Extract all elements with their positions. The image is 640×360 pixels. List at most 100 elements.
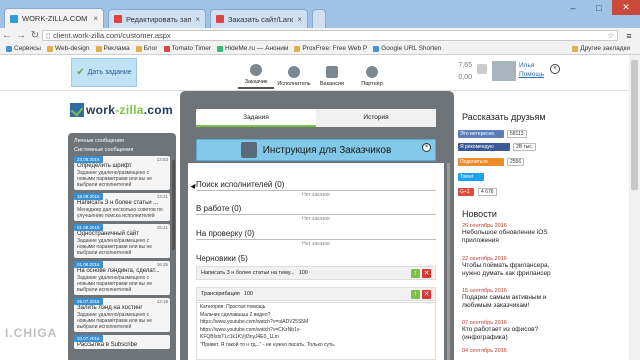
customer-icon	[250, 64, 262, 76]
message-item[interactable]: 20.07.2016 Рассылка в Subscribe	[74, 335, 170, 349]
balance: 7,65 0,00	[458, 62, 472, 81]
publish-icon[interactable]: ↑	[411, 289, 420, 299]
section-review[interactable]: На проверку (0)	[196, 229, 254, 238]
logout-icon[interactable]: ×	[550, 64, 560, 74]
bookmark-webdesign[interactable]: Web-design	[46, 45, 90, 52]
divider	[196, 239, 436, 240]
nav-customer[interactable]: Заказчик	[238, 57, 274, 89]
video-icon	[240, 142, 257, 158]
reload-icon[interactable]: ↻	[28, 30, 42, 41]
bookmark-apps[interactable]: Сервисы	[6, 45, 41, 52]
draft-price: 100	[243, 291, 253, 297]
tweet-button[interactable]: Tweet	[458, 173, 484, 181]
maximize-icon[interactable]: □	[586, 0, 612, 15]
news-item[interactable]: 04 сентябрь 2016	[462, 348, 568, 354]
checkmark-icon: ✔	[76, 67, 85, 78]
share-button[interactable]: Поделиться	[458, 158, 504, 166]
nav-partner[interactable]: Партнёр	[354, 57, 390, 89]
section-drafts[interactable]: Черновики (5)	[196, 254, 248, 263]
address-bar[interactable]: ▯ client.work-zilla.com/customer.aspx ☆	[42, 30, 618, 41]
draft-detail: Категория: Простая помощь Мальчик сделав…	[196, 302, 436, 360]
empty-label: Нет заказов	[302, 216, 330, 222]
folder-icon	[95, 45, 102, 52]
social-interesting-button[interactable]: Это интересно	[458, 130, 504, 138]
tomato-icon	[163, 45, 170, 52]
news-item[interactable]: 07 сентябрь 2016 Кто работает из офисов?…	[462, 320, 568, 341]
wallet-icon[interactable]	[477, 64, 487, 74]
close-icon[interactable]: ×	[297, 15, 302, 24]
new-tab-button[interactable]	[312, 9, 326, 28]
message-item[interactable]: 01.08.2016 16:25 На основе лэндинга, сде…	[74, 261, 170, 295]
message-item[interactable]: 23.08.2016 13:53 Определить шрифт Задани…	[74, 156, 170, 190]
minimize-icon[interactable]: –	[560, 0, 586, 15]
tab-tasks[interactable]: Задания	[196, 109, 316, 127]
message-item[interactable]: 01.08.2016 15:21 Одностраничный сайт Зад…	[74, 224, 170, 258]
bookmark-ads[interactable]: Реклама	[95, 45, 130, 52]
close-icon[interactable]: ×	[422, 143, 431, 152]
news-item[interactable]: 26 сентябрь 2016 Небольшое обновление iO…	[462, 223, 568, 244]
site-icon	[373, 45, 380, 52]
social-count: 58113	[507, 130, 527, 138]
bookmark-hideme[interactable]: HideMe.ru — Аноним	[217, 45, 288, 52]
social-count: 2556	[507, 158, 525, 166]
folder-icon	[46, 45, 53, 52]
order-button[interactable]: ✔ Дать задание	[71, 58, 137, 87]
draft-row[interactable]: Написать 3 н более статьи на тему... 100…	[196, 266, 436, 280]
main-scrollbar[interactable]	[447, 163, 450, 360]
tab-history[interactable]: История	[316, 109, 436, 127]
forward-icon[interactable]: →	[14, 30, 28, 41]
menu-icon[interactable]: ≡	[622, 28, 636, 43]
tab-title: WORK-ZILLA.COM	[22, 14, 88, 23]
bookmark-proxfree[interactable]: ProxFree: Free Web P	[294, 45, 367, 52]
message-item[interactable]: 29.07.2016 13:19 Залить лэнд на хостинг …	[74, 298, 170, 332]
nav-freelancer[interactable]: Исполнитель	[276, 57, 312, 89]
bookmark-google-shortener[interactable]: Google URL Shorten	[373, 45, 441, 52]
social-count: 4 676	[478, 188, 497, 196]
empty-label: Нет заказов	[302, 192, 330, 198]
news-item[interactable]: 22 сентябрь 2016 Чтобы поймать фрилансер…	[462, 256, 568, 277]
site-icon	[294, 45, 301, 52]
section-searching[interactable]: Поиск исполнителей (0)	[196, 180, 284, 189]
system-messages-tab[interactable]: Системные сообщения	[68, 147, 176, 156]
browser-tab-workzilla[interactable]: WORK-ZILLA.COM ×	[4, 8, 104, 28]
browser-tab-order[interactable]: Заказать сайт/Landing ×	[210, 9, 308, 28]
window-close-icon[interactable]: ✕	[612, 0, 640, 15]
page-icon: ▯	[46, 31, 51, 40]
section-in-progress[interactable]: В работе (0)	[196, 204, 241, 213]
instructions-banner[interactable]: Инструкция для Заказчиков ×	[196, 139, 436, 161]
divider	[196, 190, 436, 191]
page-favicon-icon	[216, 15, 224, 23]
browser-tab-edit[interactable]: Редактировать запись ×	[108, 9, 206, 28]
user-menu[interactable]: Илья Помощь	[519, 61, 544, 79]
site-icon	[217, 45, 224, 52]
tab-title: Редактировать запись	[126, 14, 192, 24]
draft-row[interactable]: Транскрибация 100 ↑ ✕	[196, 287, 436, 301]
bookmark-tomato[interactable]: Tomato Timer	[163, 45, 211, 52]
delete-icon[interactable]: ✕	[422, 268, 431, 278]
wordpress-favicon-icon	[114, 15, 122, 23]
avatar[interactable]	[492, 61, 516, 81]
news-title: Новости	[462, 209, 497, 219]
page-scrollbar-thumb[interactable]	[631, 60, 638, 190]
gplus-button[interactable]: G+1	[458, 188, 474, 196]
close-icon[interactable]: ×	[195, 15, 200, 24]
personal-messages-tab[interactable]: Личные сообщения	[68, 133, 176, 147]
delete-icon[interactable]: ✕	[422, 289, 431, 299]
messages-panel: Личные сообщения Системные сообщения 23.…	[68, 133, 176, 360]
back-icon[interactable]: ←	[0, 30, 14, 41]
publish-icon[interactable]: ↑	[411, 268, 420, 278]
apps-icon	[6, 45, 12, 52]
close-icon[interactable]: ×	[93, 14, 98, 23]
facebook-recommend-button[interactable]: Я рекомендую	[458, 143, 510, 151]
site-logo[interactable]: work-zilla.com	[70, 103, 173, 117]
bookmark-other[interactable]: Другие закладки	[572, 45, 630, 52]
nav-vacancies[interactable]: Вакансии	[314, 57, 350, 89]
bookmark-blog[interactable]: Блог	[135, 45, 158, 52]
messages-scrollbar[interactable]	[172, 160, 175, 250]
draft-title: Транскрибация	[201, 291, 240, 297]
news-item[interactable]: 15 сентябрь 2016 Подарки самым активным …	[462, 288, 568, 309]
message-item[interactable]: 18.08.2016 13:21 Написать 3 н более стат…	[74, 193, 170, 221]
workzilla-favicon-icon	[10, 14, 18, 23]
star-icon[interactable]: ☆	[607, 31, 614, 40]
main-tabs: Задания История	[196, 109, 436, 127]
